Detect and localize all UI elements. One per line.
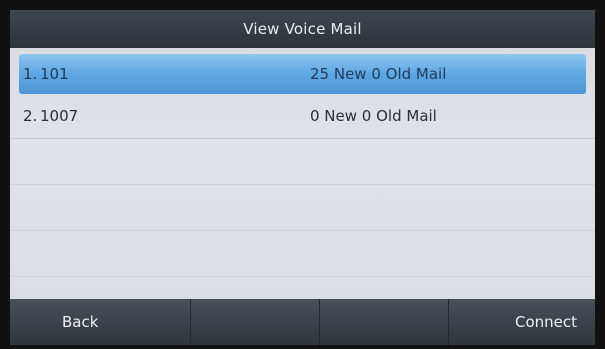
row-index: 1.	[23, 65, 38, 83]
empty-row	[10, 139, 595, 185]
empty-row	[10, 231, 595, 277]
phone-screen-frame: View Voice Mail 1. 101 25 New 0 Old Mail…	[0, 0, 605, 349]
softkey-2[interactable]	[191, 299, 320, 345]
voicemail-row-2[interactable]: 2. 1007 0 New 0 Old Mail	[10, 94, 595, 139]
voicemail-row-1[interactable]: 1. 101 25 New 0 Old Mail	[19, 54, 586, 94]
softkey-3[interactable]	[320, 299, 449, 345]
account-name: 101	[40, 65, 69, 83]
page-title: View Voice Mail	[243, 20, 362, 38]
voicemail-list: 1. 101 25 New 0 Old Mail 2. 1007 0 New 0…	[10, 48, 595, 277]
connect-softkey[interactable]: Connect	[449, 299, 595, 345]
back-softkey[interactable]: Back	[10, 299, 191, 345]
phone-screen: View Voice Mail 1. 101 25 New 0 Old Mail…	[10, 10, 595, 345]
mail-count: 0 New 0 Old Mail	[310, 107, 437, 125]
row-index: 2.	[23, 107, 38, 125]
title-bar: View Voice Mail	[10, 10, 595, 48]
mail-count: 25 New 0 Old Mail	[310, 65, 447, 83]
softkey-bar: Back Connect	[10, 299, 595, 345]
account-name: 1007	[40, 107, 79, 125]
empty-row	[10, 185, 595, 231]
